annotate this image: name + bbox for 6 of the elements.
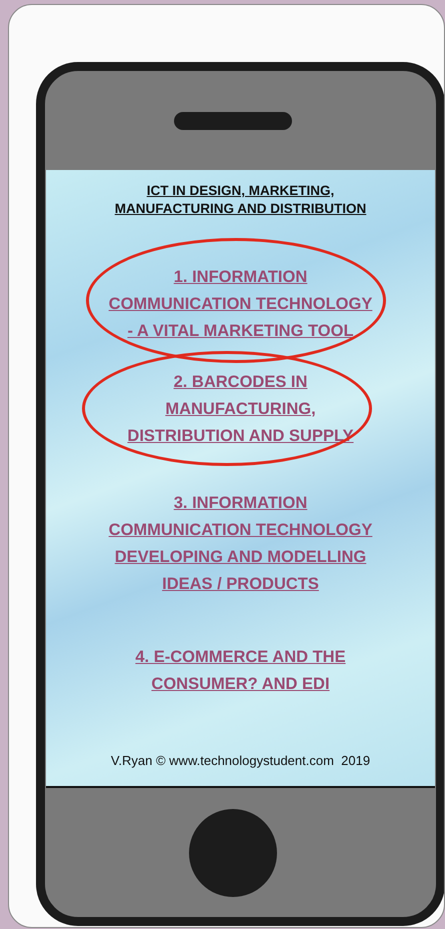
topic-link[interactable]: 1. INFORMATION COMMUNICATION TECHNOLOGY - A VITAL MARKETING TOOL xyxy=(108,264,372,345)
topic-link[interactable]: 2. BARCODES IN MANUFACTURING, DISTRIBUTION AND SUPPLY xyxy=(127,369,354,450)
page-title: ICT IN DESIGN, MARKETING, MANUFACTURING AND DISTRIBUTION xyxy=(114,182,366,218)
copyright-text: V.Ryan © www.technologystudent.com 2019 xyxy=(110,753,370,768)
topic-link[interactable]: 4. E-COMMERCE AND THE CONSUMER? AND EDI xyxy=(135,644,346,698)
topic-link[interactable]: 3. INFORMATION COMMUNICATION TECHNOLOGY DEVELOPING AND MODELLING IDEAS / PRODUCTS xyxy=(108,490,372,598)
